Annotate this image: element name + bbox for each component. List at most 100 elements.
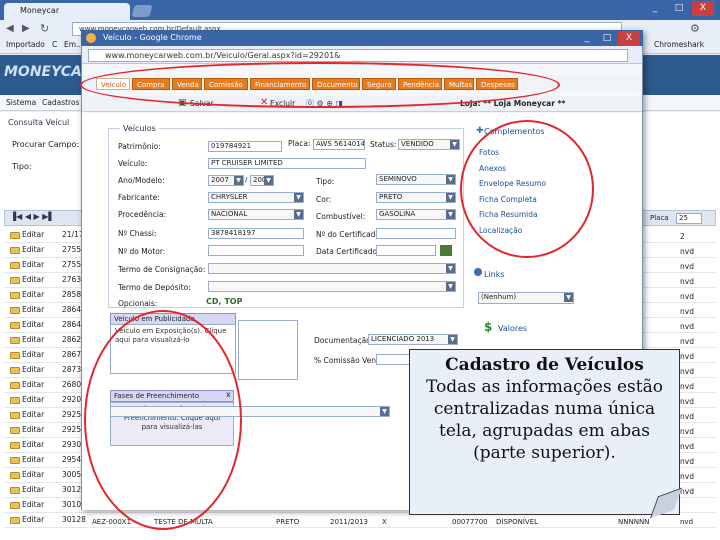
combustivel-select[interactable]: GASOLINA ▼ <box>376 209 456 220</box>
cell-nr: NNNNNN <box>618 518 650 526</box>
right-col-cell: nvd <box>680 487 694 496</box>
chassi-label: Nº Chassi: <box>118 229 157 238</box>
veiculo-input[interactable]: PT CRUISER LIMITED <box>208 158 366 169</box>
folder-icon <box>10 231 20 239</box>
minimize-button[interactable]: _ <box>644 1 666 16</box>
edit-link[interactable]: Editar <box>10 440 44 449</box>
right-col-head: Placa <box>650 214 669 222</box>
right-col-cell: nvd <box>680 352 694 361</box>
folder-icon <box>10 261 20 269</box>
status-select[interactable]: VENDIDO ▼ <box>398 139 460 150</box>
right-col-cell: nvd <box>680 457 694 466</box>
right-col-cell: 2 <box>680 232 685 241</box>
right-col-cell: nvd <box>680 322 694 331</box>
edit-link[interactable]: Editar <box>10 290 44 299</box>
edit-link[interactable]: Editar <box>10 350 44 359</box>
edit-link[interactable]: Editar <box>10 485 44 494</box>
edit-link[interactable]: Editar <box>10 275 44 284</box>
modelo-select[interactable]: 2007 ▼ <box>250 175 274 186</box>
edit-link[interactable]: Editar <box>10 395 44 404</box>
placa-input[interactable]: AWS 5614014 <box>313 139 365 150</box>
right-col-cell: nvd <box>680 307 694 316</box>
popup-minimize-button[interactable]: _ <box>578 31 596 46</box>
folder-icon <box>10 456 20 464</box>
edit-link[interactable]: Editar <box>10 410 44 419</box>
popup-close-button[interactable]: X <box>618 31 640 46</box>
bookmark-item[interactable]: Chromeshark <box>654 40 704 49</box>
folder-icon <box>10 486 20 494</box>
edit-link[interactable]: Editar <box>10 380 44 389</box>
outer-tab-title: Moneycar <box>20 6 60 15</box>
procedencia-select[interactable]: NACIONAL ▼ <box>208 209 304 220</box>
termo-deposito-select[interactable]: ▼ <box>208 281 456 292</box>
popup-maximize-button[interactable]: □ <box>598 31 616 46</box>
data-cert-input[interactable] <box>376 245 436 256</box>
cor-select[interactable]: PRETO ▼ <box>376 192 456 203</box>
folder-icon <box>10 501 20 509</box>
forward-icon[interactable]: ▶ <box>22 23 30 34</box>
edit-link[interactable]: Editar <box>10 365 44 374</box>
menu-sistema[interactable]: Sistema <box>6 98 36 107</box>
ano-select[interactable]: 2007 ▼ <box>208 175 244 186</box>
blank-box <box>238 320 298 380</box>
edit-link[interactable]: Editar <box>10 515 44 524</box>
reload-icon[interactable]: ↻ <box>40 22 49 35</box>
close-window-button[interactable]: X <box>692 1 714 16</box>
bookmark-item[interactable]: C <box>52 40 57 49</box>
edit-link[interactable]: Editar <box>10 425 44 434</box>
edit-link[interactable]: Editar <box>10 305 44 314</box>
filter-label: Tipo: <box>12 162 32 171</box>
annotation-ring-boxes <box>84 310 242 530</box>
edit-link[interactable]: Editar <box>10 320 44 329</box>
chassi-input[interactable]: 3878418197 <box>208 228 304 239</box>
patrimonio-input[interactable]: 019784921 <box>208 141 282 152</box>
motor-input[interactable] <box>208 245 304 256</box>
cell-val: 00077700 <box>452 518 488 526</box>
popup-title: Veículo - Google Chrome <box>81 30 643 46</box>
outer-browser-tab[interactable]: Moneycar <box>4 3 130 20</box>
certificado-input[interactable] <box>376 228 456 239</box>
new-tab-button[interactable] <box>131 5 153 17</box>
folder-icon <box>10 516 20 524</box>
folder-icon <box>10 381 20 389</box>
edit-link[interactable]: Editar <box>10 455 44 464</box>
veiculos-legend: Veículos <box>120 124 159 133</box>
chrome-icon <box>86 33 96 43</box>
links-title: Links <box>484 270 505 279</box>
calendar-icon[interactable] <box>440 245 452 256</box>
folder-icon <box>10 321 20 329</box>
termo-select[interactable]: ▼ <box>208 263 456 274</box>
popup-url-input[interactable]: www.moneycarweb.com.br/Veiculo/Geral.asp… <box>88 49 628 62</box>
edit-link[interactable]: Editar <box>10 245 44 254</box>
pager-icons[interactable]: ▐◀ ◀ ▶ ▶▌ <box>10 212 55 221</box>
folder-icon <box>10 366 20 374</box>
opcionais-value[interactable]: CD, TOP <box>206 297 242 306</box>
fabricante-select[interactable]: CHRYSLER ▼ <box>208 192 304 203</box>
edit-link[interactable]: Editar <box>10 230 44 239</box>
right-col-cell: nvd <box>680 292 694 301</box>
right-col-cell: nvd <box>680 412 694 421</box>
back-icon[interactable]: ◀ <box>6 23 14 34</box>
documentacao-select[interactable]: LICENCIADO 2013 ▼ <box>368 334 458 345</box>
wrench-icon[interactable]: ⚙ <box>690 22 700 35</box>
edit-link[interactable]: Editar <box>10 500 44 509</box>
links-select[interactable]: (Nenhum) ▼ <box>478 292 574 304</box>
edit-link[interactable]: Editar <box>10 260 44 269</box>
placa-label: Placa: <box>288 139 311 148</box>
bookmark-item[interactable]: Importado <box>6 40 45 49</box>
menu-cadastros[interactable]: Cadastros <box>42 98 79 107</box>
right-col-cell: nvd <box>680 427 694 436</box>
cell-id: AEZ-000X1 <box>92 518 132 526</box>
patrimonio-label: Patrimônio: <box>118 142 161 151</box>
page-size-select[interactable]: 25 <box>676 213 702 224</box>
tipo-select[interactable]: SEMINOVO ▼ <box>376 174 456 185</box>
folder-icon <box>10 426 20 434</box>
cor-label: Cor: <box>316 195 332 204</box>
data-cert-label: Data Certificado: <box>316 247 380 256</box>
edit-link[interactable]: Editar <box>10 470 44 479</box>
folder-icon <box>10 276 20 284</box>
edit-link[interactable]: Editar <box>10 335 44 344</box>
maximize-button[interactable]: □ <box>668 1 690 16</box>
tipo-label: Tipo: <box>316 177 335 186</box>
puzzle-icon: ✚ <box>476 126 484 136</box>
